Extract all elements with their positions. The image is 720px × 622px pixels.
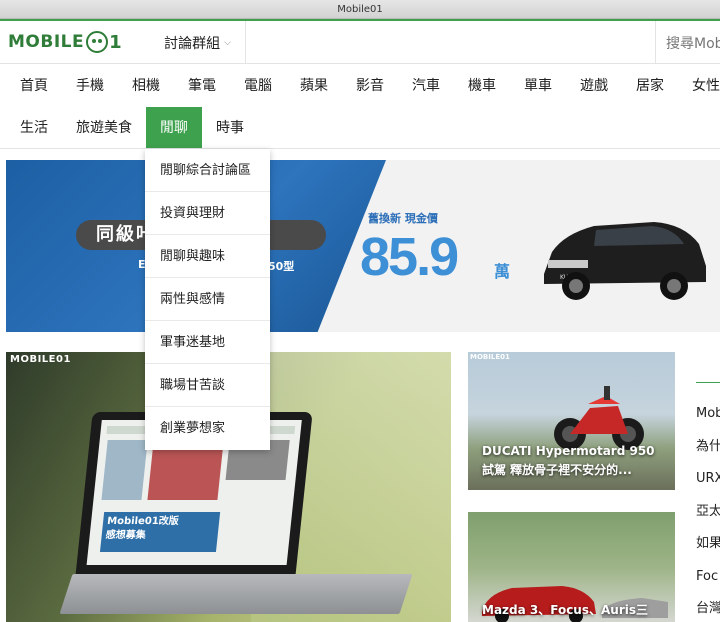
dropdown-item-general[interactable]: 閒聊綜合討論區 — [145, 149, 270, 192]
nav-divider — [0, 148, 720, 149]
dropdown-item-military[interactable]: 軍事迷基地 — [145, 321, 270, 364]
logo-face-icon — [86, 31, 109, 53]
banner-price-unit: 萬 — [494, 262, 511, 281]
sidebar-topic[interactable]: Mob — [696, 404, 720, 424]
sidebar-topic[interactable]: Foc — [696, 567, 718, 587]
chevron-down-icon: ⌵ — [224, 37, 231, 48]
chat-dropdown-menu: 閒聊綜合討論區 投資與理財 閒聊與趣味 兩性與感情 軍事迷基地 職場甘苦談 創業… — [145, 149, 270, 450]
ad-banner[interactable]: 同級咔 備貫 E 50型 舊換新 現金價 85.9 萬 KUGA — [6, 160, 720, 332]
hot-topics-sidebar: Mob 為什 URX 亞太 如果 Foc 台灣 — [686, 352, 720, 622]
forum-groups-button[interactable]: 討論群組 ⌵ — [150, 21, 246, 64]
nav-item-notebooks[interactable]: 筆電 — [174, 65, 230, 107]
sidebar-topic[interactable]: 如果 — [696, 534, 720, 554]
banner-price: 85.9 — [360, 227, 459, 287]
site-header: MOBILE 1 討論群組 ⌵ 搜尋Mobil — [0, 21, 720, 64]
nav-item-av[interactable]: 影音 — [342, 65, 398, 107]
logo-wordmark: MOBILE — [8, 32, 85, 52]
nav-item-games[interactable]: 遊戲 — [566, 65, 622, 107]
sidebar-topic[interactable]: 亞太 — [696, 502, 720, 522]
dropdown-item-startup[interactable]: 創業夢想家 — [145, 407, 270, 450]
nav-item-current-affairs[interactable]: 時事 — [202, 107, 258, 149]
search-input[interactable]: 搜尋Mobil — [655, 21, 720, 64]
laptop-screen-promo: Mobile01改版 感想募集 — [99, 512, 221, 552]
nav-item-travel-food[interactable]: 旅遊美食 — [62, 107, 146, 149]
sidebar-topic[interactable]: 為什 — [696, 437, 720, 457]
forum-groups-label: 討論群組 — [164, 35, 221, 52]
banner-subtext-right: 50型 — [268, 260, 295, 273]
article-card-mazda[interactable]: Mazda 3、Focus、Auris三 — [468, 512, 675, 622]
promo-line1: Mobile01改版 — [106, 516, 180, 527]
card-subtitle: 試駕 釋放骨子裡不安分的... — [482, 463, 632, 477]
nav-item-computers[interactable]: 電腦 — [230, 65, 286, 107]
nav-item-phones[interactable]: 手機 — [62, 65, 118, 107]
sidebar-accent-rule — [696, 382, 720, 383]
sidebar-topic[interactable]: URX — [696, 469, 720, 489]
dropdown-item-workplace[interactable]: 職場甘苦談 — [145, 364, 270, 407]
nav-item-cars[interactable]: 汽車 — [398, 65, 454, 107]
nav-row-secondary: 生活 旅遊美食 閒聊 時事 — [6, 107, 258, 149]
sidebar-topic[interactable]: 台灣 — [696, 599, 720, 619]
nav-item-apple[interactable]: 蘋果 — [286, 65, 342, 107]
laptop-keyboard — [59, 574, 413, 614]
nav-item-home[interactable]: 首頁 — [6, 65, 62, 107]
dropdown-item-fun[interactable]: 閒聊與趣味 — [145, 235, 270, 278]
nav-item-home-living[interactable]: 居家 — [622, 65, 678, 107]
dropdown-item-relationships[interactable]: 兩性與感情 — [145, 278, 270, 321]
site-logo[interactable]: MOBILE 1 — [8, 31, 122, 53]
search-placeholder: 搜尋Mobil — [666, 35, 720, 52]
window-titlebar: Mobile01 — [0, 0, 720, 19]
article-card-ducati[interactable]: MOBILE01 DUCATI Hypermotard 950 試駕 釋放骨子裡… — [468, 352, 675, 490]
promo-line2: 感想募集 — [105, 530, 147, 541]
card-caption: DUCATI Hypermotard 950 試駕 釋放骨子裡不安分的... — [482, 442, 655, 480]
nav-item-life[interactable]: 生活 — [6, 107, 62, 149]
logo-digit: 1 — [109, 31, 122, 53]
nav-item-women[interactable]: 女性 — [678, 65, 720, 107]
laptop-screen-sidebar — [101, 440, 148, 500]
nav-item-chat[interactable]: 閒聊 — [146, 107, 202, 149]
card-title: Mazda 3、Focus、Auris三 — [482, 603, 648, 617]
dropdown-item-investment[interactable]: 投資與理財 — [145, 192, 270, 235]
nav-item-bicycles[interactable]: 單車 — [510, 65, 566, 107]
nav-row-primary: 首頁 手機 相機 筆電 電腦 蘋果 影音 汽車 機車 單車 遊戲 居家 女性 — [6, 65, 720, 107]
feature-watermark: MOBILE01 — [10, 354, 71, 365]
nav-item-cameras[interactable]: 相機 — [118, 65, 174, 107]
nav-item-motorcycles[interactable]: 機車 — [454, 65, 510, 107]
card-watermark: MOBILE01 — [470, 353, 510, 361]
banner-tag: 舊換新 現金價 — [368, 212, 438, 225]
card-caption: Mazda 3、Focus、Auris三 — [482, 601, 648, 620]
suv-image: KUGA — [544, 222, 706, 300]
card-title: DUCATI Hypermotard 950 — [482, 444, 655, 458]
